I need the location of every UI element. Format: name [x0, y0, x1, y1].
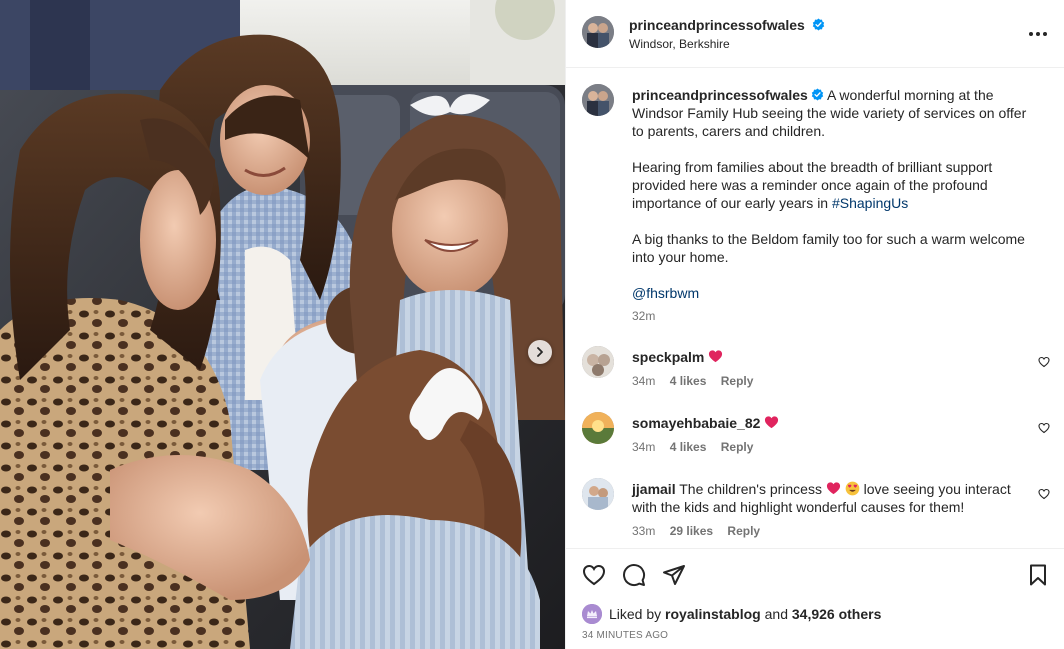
- like-comment-heart-icon[interactable]: [1038, 356, 1050, 368]
- post-photo[interactable]: [0, 0, 565, 649]
- caption-avatar[interactable]: [582, 84, 614, 116]
- likes-middle: and: [760, 606, 792, 622]
- chevron-right-icon: [537, 347, 543, 357]
- commenter-photo: [582, 412, 614, 444]
- liker-avatar[interactable]: [582, 604, 602, 624]
- post-header: princeandprincessofwales Windsor, Berksh…: [566, 0, 1064, 68]
- caption-paragraph-3: A big thanks to the Beldom family too fo…: [632, 231, 1025, 265]
- likes-summary: Liked by royalinstablog and 34,926 other…: [582, 604, 881, 624]
- comment-reply-button[interactable]: Reply: [721, 374, 754, 388]
- comment-reply-button[interactable]: Reply: [721, 440, 754, 454]
- caption-paragraph-2: Hearing from families about the breadth …: [632, 158, 1032, 212]
- red-heart-emoji-icon: [709, 350, 723, 363]
- instagram-post-view: princeandprincessofwales Windsor, Berksh…: [0, 0, 1064, 649]
- post-side-panel: princeandprincessofwales Windsor, Berksh…: [565, 0, 1064, 649]
- royal-crest-icon: [582, 604, 602, 624]
- caption-paragraph-1: princeandprincessofwales A wonderful mor…: [632, 86, 1032, 140]
- comment-body: somayehbabaie_82: [632, 414, 1012, 432]
- caption-username[interactable]: princeandprincessofwales: [632, 87, 808, 103]
- verified-badge-icon: [811, 88, 824, 101]
- share-icon[interactable]: [662, 563, 686, 587]
- comment-username[interactable]: jjamail: [632, 481, 676, 497]
- photo-scene: [0, 0, 565, 649]
- comment-likes[interactable]: 4 likes: [670, 440, 707, 454]
- comment-likes[interactable]: 4 likes: [670, 374, 707, 388]
- likes-others-link[interactable]: 34,926 others: [792, 606, 882, 622]
- commenter-avatar[interactable]: [582, 412, 614, 444]
- mention-link[interactable]: @fhsrbwm: [632, 285, 699, 301]
- profile-photo: [582, 16, 614, 48]
- heart-icon[interactable]: [582, 563, 606, 587]
- comment-username[interactable]: somayehbabaie_82: [632, 415, 760, 431]
- comment-username[interactable]: speckpalm: [632, 349, 704, 365]
- profile-photo: [582, 84, 614, 116]
- header-username-row: princeandprincessofwales: [629, 17, 825, 35]
- post-action-bar: [566, 548, 1064, 600]
- liker-username[interactable]: royalinstablog: [665, 606, 761, 622]
- comment-icon[interactable]: [622, 563, 646, 587]
- heart-eyes-emoji-icon: [845, 481, 860, 496]
- caption-text-2: Hearing from families about the breadth …: [632, 159, 993, 211]
- comment-meta: 34m 4 likes Reply: [632, 374, 764, 388]
- commenter-avatar[interactable]: [582, 478, 614, 510]
- avatar[interactable]: [582, 16, 614, 48]
- comment-likes[interactable]: 29 likes: [670, 524, 713, 538]
- likes-prefix: Liked by: [609, 606, 666, 622]
- comment-age[interactable]: 34m: [632, 440, 655, 454]
- next-photo-button[interactable]: [528, 340, 552, 364]
- like-comment-heart-icon[interactable]: [1038, 422, 1050, 434]
- commenter-photo: [582, 346, 614, 378]
- post-caption: princeandprincessofwales A wonderful mor…: [632, 86, 1032, 302]
- comment-reply-button[interactable]: Reply: [727, 524, 760, 538]
- comment-body: speckpalm: [632, 348, 1012, 366]
- comment-text: The children's princess: [679, 481, 826, 497]
- comment-meta: 33m 29 likes Reply: [632, 524, 771, 538]
- header-username[interactable]: princeandprincessofwales: [629, 17, 805, 33]
- comment-age[interactable]: 34m: [632, 374, 655, 388]
- caption-age[interactable]: 32m: [632, 309, 655, 323]
- commenter-photo: [582, 478, 614, 510]
- post-timestamp[interactable]: 34 MINUTES AGO: [582, 630, 668, 641]
- bookmark-icon[interactable]: [1026, 563, 1050, 587]
- red-heart-emoji-icon: [765, 416, 779, 429]
- more-options-icon[interactable]: [1026, 24, 1050, 44]
- comment-meta: 34m 4 likes Reply: [632, 440, 764, 454]
- like-comment-heart-icon[interactable]: [1038, 488, 1050, 500]
- verified-badge-icon: [813, 18, 825, 31]
- post-location[interactable]: Windsor, Berkshire: [629, 37, 730, 51]
- comment-body: jjamail The children's princess love see…: [632, 480, 1012, 516]
- comment-age[interactable]: 33m: [632, 524, 655, 538]
- red-heart-emoji-icon: [826, 482, 840, 495]
- commenter-avatar[interactable]: [582, 346, 614, 378]
- hashtag-link[interactable]: #ShapingUs: [832, 195, 908, 211]
